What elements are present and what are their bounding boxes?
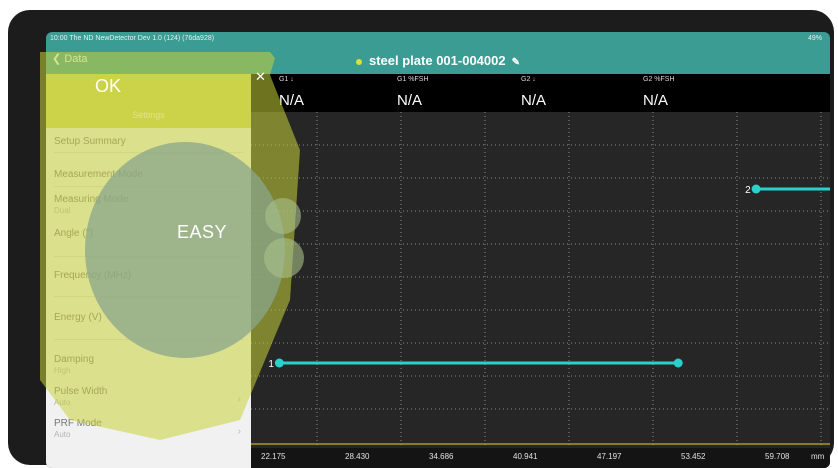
gate-readout-bar: G1 ↓ N/A G1 %FSH N/A G2 ↓ N/A G2 %FSH N/…: [251, 74, 830, 112]
sidebar-item-prf-mode[interactable]: PRF Mode Auto: [54, 418, 102, 439]
app-screen: 10:00 The ND NewDetector Dev 1.0 (124) (…: [46, 32, 830, 468]
gate-start-handle: [274, 358, 284, 368]
gate-start-handle: [751, 184, 761, 194]
page-title[interactable]: steel plate 001-004002 ✎: [46, 53, 830, 68]
sidebar-item-setup-summary[interactable]: Setup Summary: [54, 136, 126, 147]
sidebar-item-label: Setup Summary: [54, 136, 126, 147]
settings-header: Settings: [46, 74, 251, 128]
pencil-icon[interactable]: ✎: [512, 57, 520, 68]
sidebar-item-frequency[interactable]: Frequency (MHz): [54, 270, 131, 281]
readout-label: G2 ↓: [521, 76, 536, 83]
divider: [54, 256, 244, 257]
sidebar-item-label: Energy (V): [54, 312, 102, 323]
readout-value: N/A: [643, 92, 669, 109]
sidebar-item-energy[interactable]: Energy (V): [54, 312, 102, 323]
ok-label: OK: [95, 76, 122, 96]
chevron-right-icon: ›: [237, 426, 241, 437]
sidebar-item-value: High: [54, 366, 71, 375]
readout-label: G1 %FSH: [397, 76, 429, 83]
x-tick-label: 53.452: [681, 452, 706, 461]
close-icon[interactable]: ✕: [255, 69, 266, 85]
gate-label: 1: [268, 359, 274, 370]
battery-level: 49%: [807, 35, 822, 42]
sidebar-item-label: Measuring Mode: [54, 194, 129, 205]
sidebar-item-damping[interactable]: Damping High: [54, 354, 94, 375]
sidebar-item-label: Pulse Width: [54, 386, 108, 397]
x-tick-label: 28.430: [345, 452, 370, 461]
x-axis-unit: mm: [811, 452, 825, 461]
tablet-frame: 10:00 The ND NewDetector Dev 1.0 (124) (…: [8, 10, 834, 468]
sidebar-item-label: Damping: [54, 354, 95, 365]
x-tick-label: 47.197: [597, 452, 622, 461]
sidebar-item-angle[interactable]: Angle (°): [54, 228, 93, 239]
settings-header-label: Settings: [132, 110, 165, 120]
sidebar-item-label: Angle (°): [54, 228, 94, 239]
sidebar-item-value: Dual: [54, 206, 71, 215]
sidebar-item-label: PRF Mode: [54, 418, 102, 429]
readout-value: N/A: [521, 92, 547, 109]
status-dot-icon: [356, 58, 362, 65]
readout-value: N/A: [279, 92, 305, 109]
sidebar-item-label: Frequency (MHz): [54, 270, 132, 281]
sidebar-item-measuring-mode[interactable]: Measuring Mode Dual: [54, 194, 128, 215]
easy-label: EASY: [177, 222, 228, 242]
readout-label: G1 ↓: [279, 76, 294, 83]
x-tick-label: 59.708: [765, 452, 790, 461]
divider: [54, 152, 244, 153]
divider: [54, 296, 244, 297]
status-bar-left: 10:00 The ND NewDetector Dev 1.0 (124) (…: [50, 35, 215, 42]
x-tick-label: 22.175: [261, 452, 286, 461]
readout-value: N/A: [397, 92, 423, 109]
readout-label: G2 %FSH: [643, 76, 675, 83]
x-tick-label: 40.941: [513, 452, 538, 461]
page-title-text: steel plate 001-004002: [369, 53, 506, 68]
gate-end-handle: [673, 358, 683, 368]
chevron-right-icon: ›: [237, 394, 241, 405]
status-bar: 10:00 The ND NewDetector Dev 1.0 (124) (…: [46, 32, 830, 46]
a-scan-chart[interactable]: 12: [251, 112, 830, 448]
sidebar-item-measurement-mode[interactable]: Measurement Mode: [54, 169, 143, 180]
gate-label: 2: [745, 185, 751, 196]
nav-bar: ❮ Data steel plate 001-004002 ✎: [46, 46, 830, 74]
sidebar-item-value: Auto: [54, 430, 71, 439]
settings-sidebar: Settings Setup Summary Measurement Mode …: [46, 74, 251, 468]
divider: [54, 186, 244, 187]
sidebar-item-value: Auto: [54, 398, 71, 407]
divider: [54, 339, 244, 340]
sidebar-item-label: Measurement Mode: [54, 169, 143, 180]
sidebar-item-pulse-width[interactable]: Pulse Width Auto: [54, 386, 107, 407]
x-axis: 22.175 28.430 34.686 40.941 47.197 53.452 59.7…: [251, 448, 830, 468]
x-tick-label: 34.686: [429, 452, 454, 461]
a-scan-plot[interactable]: 12: [251, 112, 830, 448]
